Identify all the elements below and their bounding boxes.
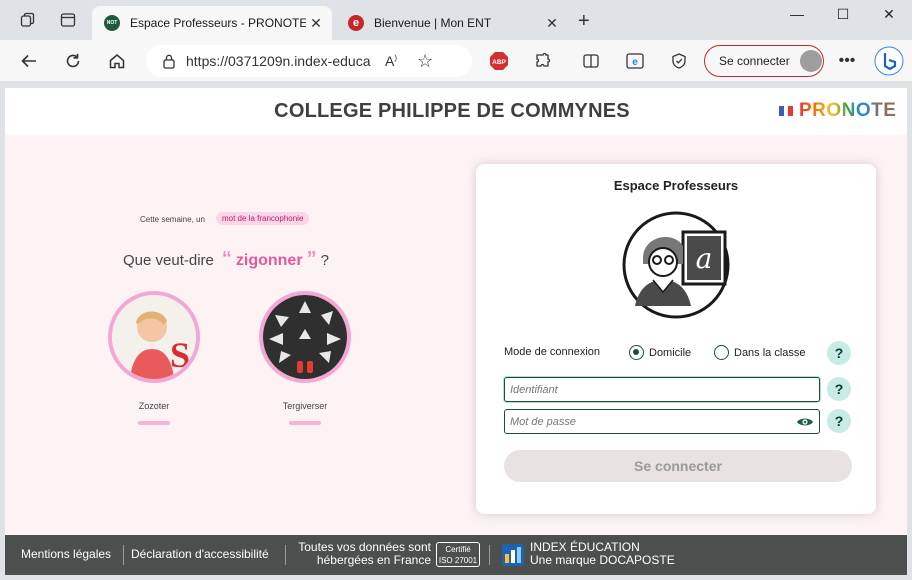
show-password-eye-icon[interactable]	[796, 415, 814, 429]
tab-actions-icon[interactable]	[58, 10, 78, 30]
help-username-icon[interactable]: ?	[827, 377, 851, 401]
adblock-plus-icon[interactable]: ABP	[488, 50, 510, 72]
browser-signin-button[interactable]: Se connecter	[704, 45, 824, 77]
answer-label: Zozoter	[138, 401, 170, 411]
page-footer: Mentions légales Déclaration d'accessibi…	[5, 535, 907, 575]
answer-label: Tergiverser	[282, 401, 328, 411]
minimize-icon[interactable]: —	[774, 6, 820, 22]
pronote-logo: PRONOTE	[779, 100, 896, 122]
read-aloud-icon[interactable]: A)	[385, 53, 397, 69]
login-title: Espace Professeurs	[613, 178, 739, 193]
login-panel: Espace Professeurs a Mode de connexion D…	[476, 164, 876, 514]
tab-strip: NOT Espace Professeurs - PRONOTE 2024 ✕ …	[0, 0, 912, 40]
answer-bar	[138, 421, 170, 425]
refresh-icon[interactable]	[62, 50, 84, 72]
home-icon[interactable]	[106, 50, 128, 72]
company-text[interactable]: INDEX ÉDUCATION Une marque DOCAPOSTE	[530, 541, 675, 567]
split-screen-icon[interactable]	[580, 50, 602, 72]
radio-label[interactable]: Domicile	[649, 347, 691, 359]
word-week-tag: mot de la francophonie	[216, 212, 310, 225]
pronote-page: COLLEGE PHILIPPE DE COMMYNES PRONOTE Cet…	[5, 88, 907, 535]
tab-mon-ent[interactable]: e Bienvenue | Mon ENT ✕	[336, 6, 568, 40]
page-header: COLLEGE PHILIPPE DE COMMYNES PRONOTE	[5, 88, 907, 135]
close-tab-icon[interactable]: ✕	[542, 15, 562, 32]
extensions-icon[interactable]	[532, 50, 554, 72]
internet-explorer-mode-icon[interactable]: e	[624, 50, 646, 72]
username-placeholder: Identifiant	[510, 383, 558, 396]
word-question: Que veut-dire “ zigonner ” ?	[123, 248, 329, 271]
answer-option-zozoter[interactable]: S Zozoter	[106, 291, 202, 425]
index-education-logo-icon[interactable]	[502, 544, 524, 566]
bing-copilot-icon[interactable]	[874, 46, 904, 76]
address-toolbar: https://0371209n.index-education.net/pro…	[0, 40, 912, 82]
close-tab-icon[interactable]: ✕	[306, 15, 326, 32]
url-text[interactable]: https://0371209n.index-education.net/pro…	[186, 53, 371, 69]
radio-button-checked[interactable]	[629, 345, 644, 360]
new-tab-icon[interactable]: +	[578, 10, 590, 33]
radio-button[interactable]	[714, 345, 729, 360]
tab-espace-professeurs[interactable]: NOT Espace Professeurs - PRONOTE 2024 ✕	[92, 6, 332, 40]
answer-image[interactable]: S	[108, 291, 200, 383]
radio-label[interactable]: Dans la classe	[734, 347, 806, 359]
lock-icon	[163, 54, 175, 69]
iso-certification-badge: Certifié ISO 27001	[436, 542, 480, 567]
ent-favicon-icon: e	[348, 15, 364, 31]
footer-separator	[123, 545, 124, 565]
school-name: COLLEGE PHILIPPE DE COMMYNES	[274, 100, 630, 122]
tab-title: Espace Professeurs - PRONOTE 2024	[130, 16, 306, 30]
browser-essentials-icon[interactable]	[668, 50, 690, 72]
svg-text:e: e	[632, 57, 638, 68]
mode-radio-domicile[interactable]: Domicile	[629, 345, 691, 360]
workspaces-icon[interactable]	[18, 10, 38, 30]
favorite-star-icon[interactable]: ☆	[417, 51, 433, 72]
password-placeholder: Mot de passe	[510, 415, 577, 428]
svg-text:S: S	[170, 335, 190, 375]
svg-text:a: a	[696, 242, 713, 275]
address-bar[interactable]: https://0371209n.index-education.net/pro…	[146, 45, 472, 77]
maximize-icon[interactable]: ☐	[820, 6, 866, 23]
pronote-brand: PRONOTE	[799, 100, 897, 121]
cert-line1: Certifié	[445, 545, 471, 554]
close-window-icon[interactable]: ✕	[866, 6, 912, 23]
answer-bar	[289, 421, 321, 425]
answer-option-tergiverser[interactable]: Tergiverser	[257, 291, 353, 425]
help-password-icon[interactable]: ?	[827, 409, 851, 433]
cert-line2: ISO 27001	[438, 556, 478, 565]
teacher-avatar-icon: a	[621, 210, 731, 320]
footer-separator	[489, 545, 490, 565]
question-word: zigonner	[235, 252, 303, 269]
answer-image[interactable]	[259, 291, 351, 383]
mode-radio-dans-la-classe[interactable]: Dans la classe	[714, 345, 806, 360]
close-quote: ”	[306, 248, 317, 270]
data-hosting-line2: hébergées en France	[316, 553, 431, 567]
login-submit-button[interactable]: Se connecter	[504, 450, 852, 482]
pronote-favicon-icon: NOT	[104, 15, 120, 31]
tab-title: Bienvenue | Mon ENT	[374, 16, 492, 30]
question-prefix: Que veut-dire	[123, 252, 214, 269]
profile-avatar-icon	[799, 50, 822, 72]
accessibility-link[interactable]: Déclaration d'accessibilité	[131, 547, 269, 561]
data-hosting-text: Toutes vos données sont hébergées en Fra…	[293, 541, 431, 567]
signin-label: Se connecter	[719, 54, 790, 68]
footer-separator	[285, 545, 286, 565]
back-arrow-icon[interactable]	[18, 50, 40, 72]
password-input[interactable]: Mot de passe	[504, 409, 820, 434]
word-week-intro: Cette semaine, un	[140, 215, 205, 224]
legal-link[interactable]: Mentions légales	[21, 547, 111, 561]
open-quote: “	[221, 248, 232, 270]
svg-text:ABP: ABP	[492, 59, 506, 66]
more-options-icon[interactable]: •••	[836, 50, 858, 72]
help-mode-icon[interactable]: ?	[827, 341, 851, 365]
connection-mode-label: Mode de connexion	[504, 346, 601, 358]
username-input[interactable]: Identifiant	[504, 377, 820, 402]
french-flag-icon	[779, 106, 794, 116]
question-suffix: ?	[320, 252, 329, 269]
company-line2: Une marque DOCAPOSTE	[530, 553, 675, 567]
